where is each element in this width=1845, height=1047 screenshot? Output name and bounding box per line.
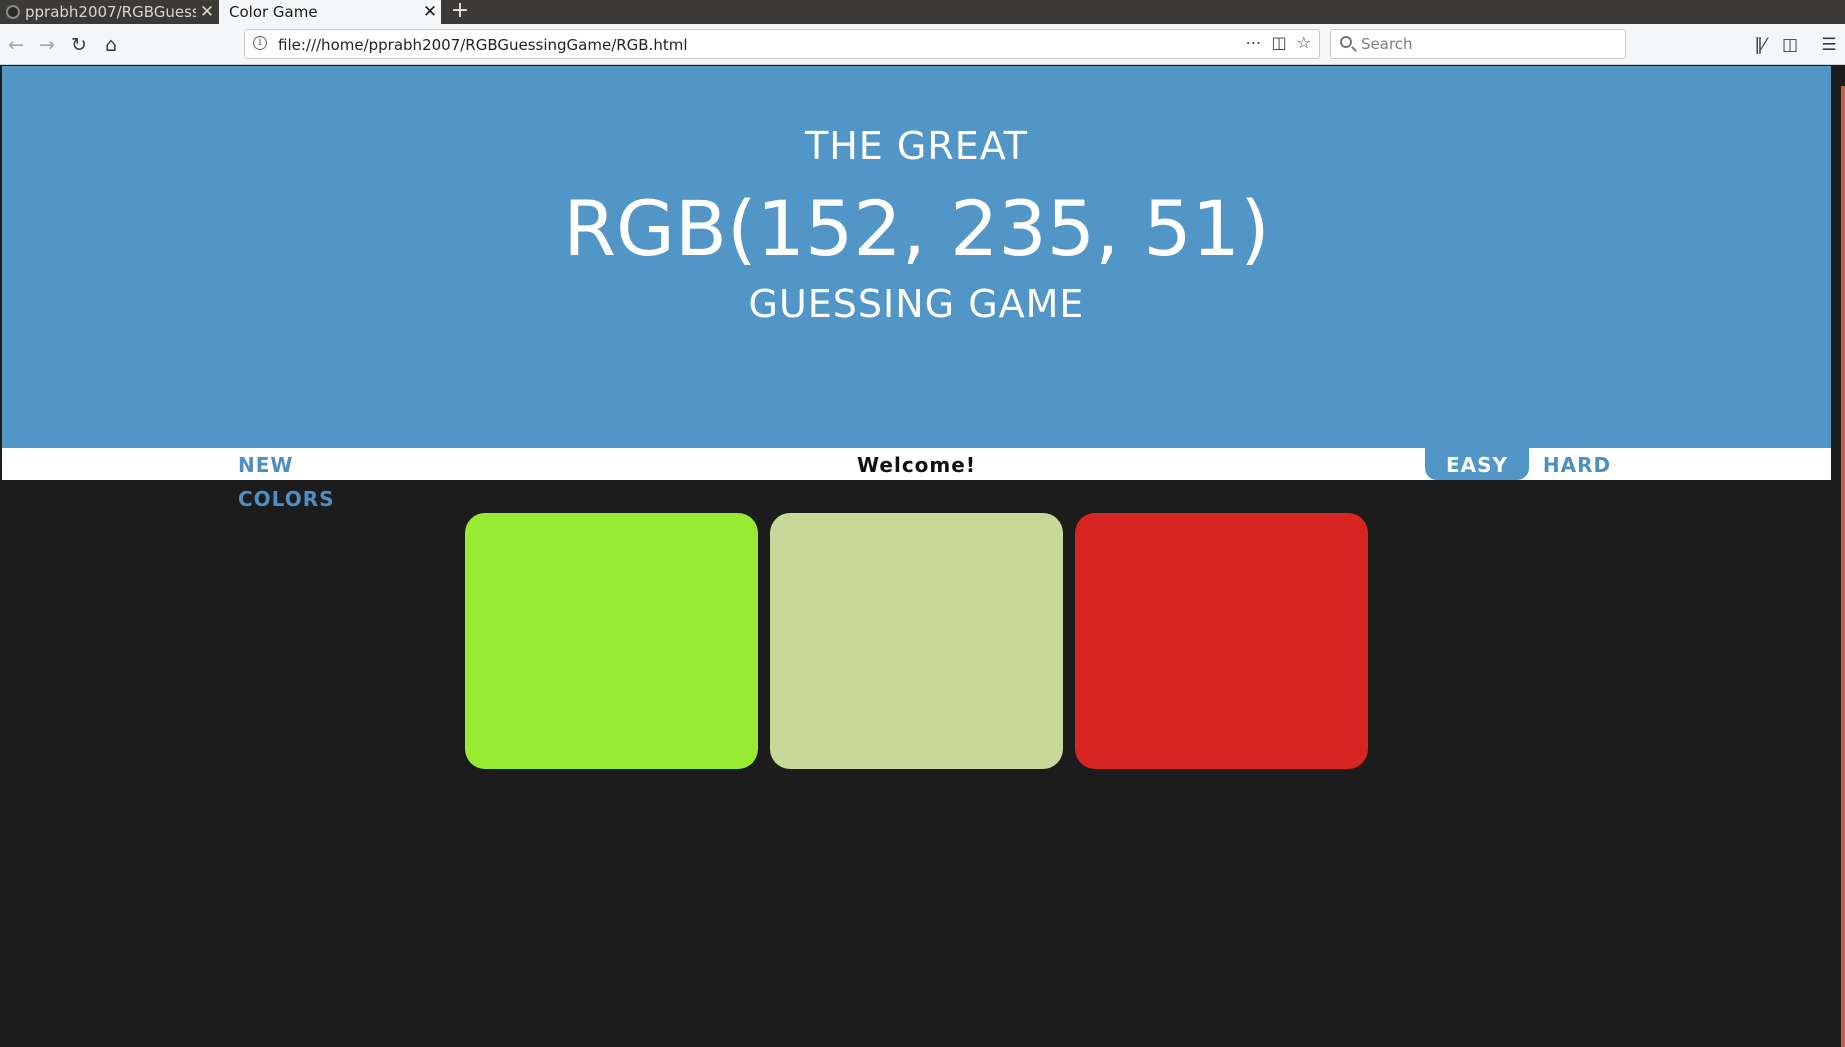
tab-strip: pprabh2007/RGBGuessi ✕ Color Game ✕ +: [0, 0, 1845, 24]
close-tab-icon[interactable]: ✕: [419, 2, 441, 22]
sidebar-icon[interactable]: ◫: [1778, 32, 1802, 58]
url-actions: ⋯ ◫ ☆: [1246, 33, 1311, 52]
color-squares: [465, 513, 1370, 769]
title-line-3: GUESSING GAME: [748, 282, 1085, 326]
tab-color-game[interactable]: Color Game ✕: [219, 0, 441, 24]
color-square-1[interactable]: [465, 513, 758, 769]
url-bar[interactable]: i file:///home/pprabh2007/RGBGuessingGam…: [244, 29, 1320, 59]
search-input[interactable]: [1361, 33, 1611, 55]
url-text[interactable]: file:///home/pprabh2007/RGBGuessingGame/…: [278, 36, 688, 54]
control-stripe: Welcome! NEW COLORS EASY HARD: [2, 448, 1831, 511]
reload-icon[interactable]: ↻: [66, 32, 92, 58]
pocket-icon[interactable]: ◫: [1272, 33, 1287, 52]
tab-github[interactable]: pprabh2007/RGBGuessi ✕: [0, 0, 218, 24]
more-dots-icon[interactable]: ⋯: [1246, 33, 1262, 52]
page-scroll-edge: [1835, 66, 1845, 1047]
page-info-icon[interactable]: i: [253, 36, 267, 50]
game-header: THE GREAT RGB(152, 235, 51) GUESSING GAM…: [2, 66, 1831, 448]
hamburger-menu-icon[interactable]: ☰: [1817, 32, 1841, 58]
search-icon: [1340, 36, 1352, 48]
library-icon[interactable]: ‖⁄: [1748, 32, 1772, 58]
close-tab-icon[interactable]: ✕: [196, 2, 218, 22]
home-icon[interactable]: ⌂: [98, 32, 124, 58]
tab-label: Color Game: [229, 3, 318, 21]
easy-mode-button[interactable]: EASY: [1425, 448, 1529, 480]
github-icon: [6, 5, 20, 19]
color-square-2[interactable]: [770, 513, 1063, 769]
forward-arrow-icon[interactable]: →: [34, 32, 60, 58]
color-square-3[interactable]: [1075, 513, 1368, 769]
hard-mode-button[interactable]: HARD: [1537, 448, 1617, 480]
page-viewport: THE GREAT RGB(152, 235, 51) GUESSING GAM…: [0, 66, 1835, 1047]
title-line-1: THE GREAT: [805, 124, 1028, 168]
new-tab-button[interactable]: +: [446, 0, 474, 24]
target-color-display: RGB(152, 235, 51): [563, 184, 1270, 273]
back-arrow-icon[interactable]: ←: [3, 32, 29, 58]
search-bar[interactable]: [1330, 29, 1626, 59]
new-colors-button[interactable]: NEW COLORS: [238, 448, 388, 511]
tab-label: pprabh2007/RGBGuessi: [25, 3, 196, 21]
star-icon[interactable]: ☆: [1297, 33, 1311, 52]
navigation-bar: ← → ↻ ⌂ i file:///home/pprabh2007/RGBGue…: [0, 24, 1845, 65]
